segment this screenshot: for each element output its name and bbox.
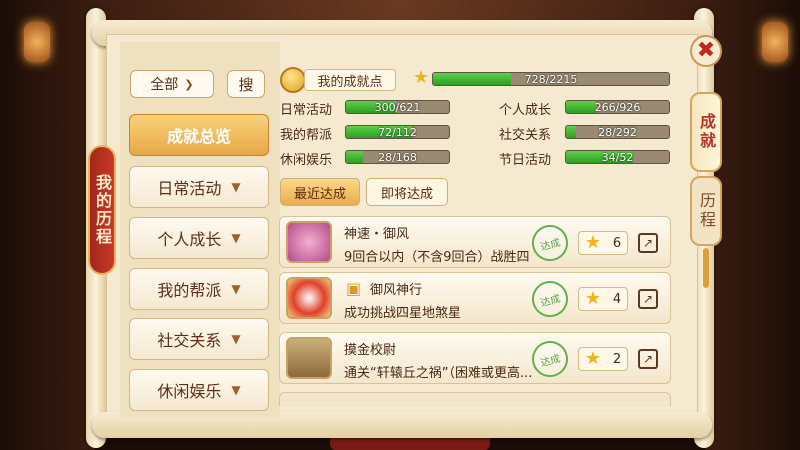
points-value: 2: [612, 351, 622, 367]
stat-label: 休闲娱乐: [280, 153, 333, 168]
category-leisure[interactable]: 休闲娱乐 ▼: [129, 369, 269, 411]
progress-text: 34/52: [601, 151, 634, 164]
points-value: 4: [612, 291, 622, 307]
close-button[interactable]: ✖: [690, 35, 722, 67]
achievement-title: 御风神行: [370, 283, 423, 298]
stat-bar-daily: 300/621: [345, 100, 450, 114]
treasure-chest-icon: ▣: [346, 279, 362, 298]
tab-achievements[interactable]: 成就: [690, 92, 722, 172]
category-overview[interactable]: 成就总览: [129, 114, 269, 156]
stat-label: 社交关系: [499, 128, 552, 143]
wind-mask-icon: [286, 221, 332, 263]
progress-text: 300/621: [374, 101, 421, 114]
chevron-down-icon: ▼: [231, 282, 241, 296]
points-box: ★ 4: [578, 287, 628, 311]
swirl-emblem-icon: [286, 277, 332, 319]
my-history-banner: 我的历程: [88, 145, 116, 275]
category-label: 社交关系: [157, 331, 222, 350]
chevron-down-icon: ▼: [231, 180, 241, 194]
tab-history[interactable]: 历程: [690, 176, 722, 246]
category-label: 个人成长: [157, 230, 222, 249]
chevron-down-icon: ▼: [231, 383, 241, 397]
progress-text: 266/926: [594, 101, 641, 114]
achievement-desc: 成功挑战四星地煞星: [344, 306, 462, 321]
achievement-trophy-icon: [280, 67, 306, 93]
stat-bar-guild: 72/112: [345, 125, 450, 139]
category-social[interactable]: 社交关系 ▼: [129, 318, 269, 360]
gold-statue-icon: [286, 337, 332, 379]
star-icon: ★: [413, 67, 430, 88]
category-guild[interactable]: 我的帮派 ▼: [129, 268, 269, 310]
achievement-desc: 通关“轩辕丘之祸”（困难或更高...: [344, 366, 533, 381]
stat-bar-leisure: 28/168: [345, 150, 450, 164]
stat-bar-social: 28/292: [565, 125, 670, 139]
achievement-title: 神速・御风: [344, 227, 410, 242]
stat-bar-festival: 34/52: [565, 150, 670, 164]
total-progress-bar: 728/2215: [432, 72, 670, 86]
progress-text: 28/292: [598, 126, 637, 139]
stat-label: 个人成长: [499, 103, 552, 118]
share-button[interactable]: ↗: [638, 349, 658, 369]
share-button[interactable]: ↗: [638, 289, 658, 309]
lantern-icon: [762, 22, 788, 62]
achievement-desc: 9回合以内（不含9回合）战胜四: [344, 250, 530, 265]
category-label: 休闲娱乐: [157, 382, 222, 401]
achievement-points-label: 我的成就点: [304, 69, 396, 91]
category-label: 日常活动: [157, 179, 222, 198]
achievement-row[interactable]: 御风神行 ▣ 成功挑战四星地煞星 达成 ★ 4 ↗: [279, 272, 671, 324]
points-box: ★ 6: [578, 231, 628, 255]
search-button[interactable]: 搜: [227, 70, 265, 98]
achievement-row-partial: [279, 392, 671, 406]
filter-dropdown[interactable]: 全部 ❯: [130, 70, 214, 98]
stat-label: 日常活动: [280, 103, 333, 118]
progress-text: 28/168: [378, 151, 417, 164]
points-box: ★ 2: [578, 347, 628, 371]
stat-label: 节日活动: [499, 153, 552, 168]
tab-upcoming[interactable]: 即将达成: [366, 178, 448, 206]
category-label: 成就总览: [166, 127, 231, 146]
star-icon: ★: [584, 288, 602, 309]
lantern-icon: [24, 22, 50, 62]
chevron-down-icon: ❯: [184, 77, 194, 91]
achievement-title: 摸金校尉: [344, 343, 397, 358]
star-icon: ★: [584, 348, 602, 369]
achievement-row[interactable]: 摸金校尉 通关“轩辕丘之祸”（困难或更高... 达成 ★ 2 ↗: [279, 332, 671, 384]
progress-text: 728/2215: [524, 73, 578, 86]
progress-text: 72/112: [378, 126, 417, 139]
stat-label: 我的帮派: [280, 128, 333, 143]
category-label: 我的帮派: [157, 281, 222, 300]
achievement-row[interactable]: 神速・御风 9回合以内（不含9回合）战胜四 达成 ★ 6 ↗: [279, 216, 671, 268]
chevron-down-icon: ▼: [231, 231, 241, 245]
chevron-down-icon: ▼: [231, 332, 241, 346]
category-daily[interactable]: 日常活动 ▼: [129, 166, 269, 208]
points-value: 6: [612, 235, 622, 251]
share-button[interactable]: ↗: [638, 233, 658, 253]
star-icon: ★: [584, 232, 602, 253]
category-growth[interactable]: 个人成长 ▼: [129, 217, 269, 259]
tab-recent[interactable]: 最近达成: [280, 178, 360, 206]
filter-value: 全部: [150, 77, 179, 93]
tassel-decoration: [703, 248, 709, 288]
stat-bar-growth: 266/926: [565, 100, 670, 114]
